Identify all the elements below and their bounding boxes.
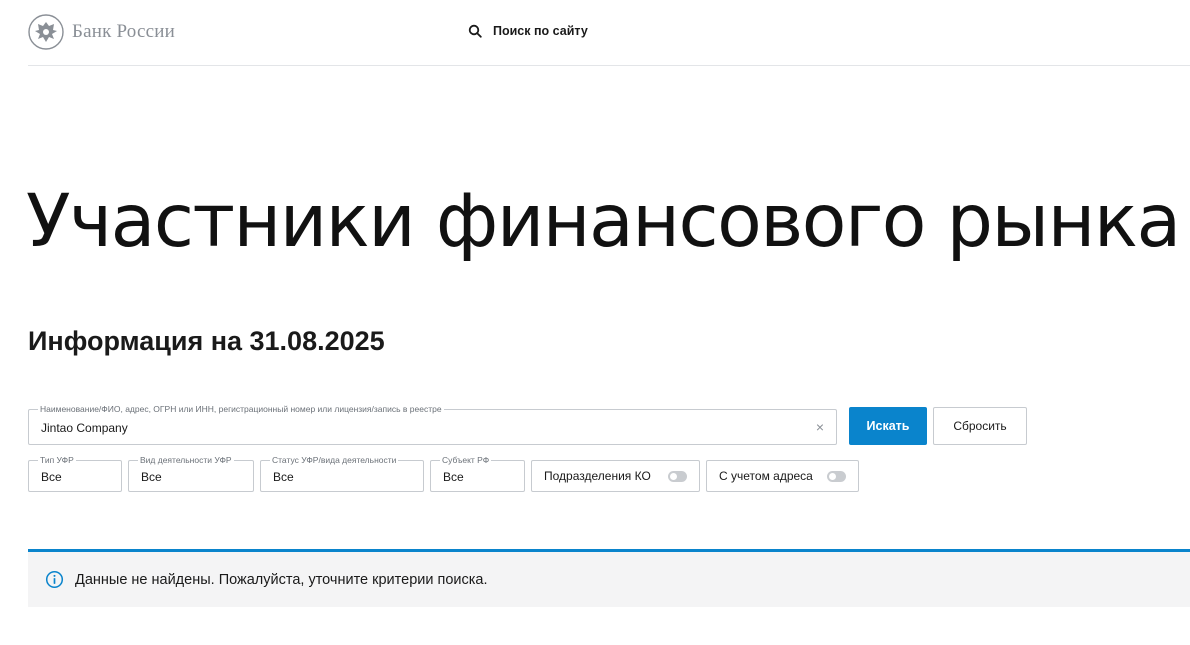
page-title: Участники финансового рынка [26, 179, 1181, 264]
filter-value: Все [41, 470, 62, 484]
close-icon[interactable]: × [816, 420, 824, 434]
filter-activity-type-select[interactable]: Вид деятельности УФР Все [128, 455, 254, 492]
filter-status-select[interactable]: Статус УФР/вида деятельности Все [260, 455, 424, 492]
toggle-label: Подразделения КО [544, 469, 651, 483]
search-input-value: Jintao Company [41, 421, 128, 435]
filter-value: Все [273, 470, 294, 484]
filter-legend: Тип УФР [38, 455, 76, 466]
filter-legend: Субъект РФ [440, 455, 492, 466]
site-search-button[interactable]: Поиск по сайту [468, 24, 588, 38]
search-icon [468, 24, 482, 38]
toggle-ko-divisions[interactable]: Подразделения КО [531, 460, 700, 492]
toggle-switch[interactable] [668, 471, 687, 482]
filter-value: Все [443, 470, 464, 484]
search-input-legend: Наименование/ФИО, адрес, ОГРН или ИНН, р… [38, 404, 444, 415]
filter-legend: Статус УФР/вида деятельности [270, 455, 399, 466]
info-icon [45, 570, 64, 589]
double-headed-eagle-icon [28, 14, 64, 50]
no-results-alert: Данные не найдены. Пожалуйста, уточните … [28, 549, 1190, 607]
reset-button[interactable]: Сбросить [933, 407, 1027, 445]
info-date-heading: Информация на 31.08.2025 [28, 326, 385, 356]
toggle-label: С учетом адреса [719, 469, 813, 483]
bank-logo[interactable]: Банк России [28, 14, 175, 50]
filter-region-select[interactable]: Субъект РФ Все [430, 455, 525, 492]
filter-value: Все [141, 470, 162, 484]
toggle-knob [670, 473, 677, 480]
alert-message: Данные не найдены. Пожалуйста, уточните … [75, 571, 488, 588]
site-header: Банк России Поиск по сайту [28, 0, 1190, 66]
toggle-with-address[interactable]: С учетом адреса [706, 460, 859, 492]
search-submit-button[interactable]: Искать [849, 407, 927, 445]
toggle-switch[interactable] [827, 471, 846, 482]
filter-ufr-type-select[interactable]: Тип УФР Все [28, 455, 122, 492]
search-input[interactable]: Наименование/ФИО, адрес, ОГРН или ИНН, р… [28, 404, 837, 445]
site-search-label: Поиск по сайту [493, 24, 588, 38]
filter-legend: Вид деятельности УФР [138, 455, 234, 466]
toggle-knob [829, 473, 836, 480]
logo-text: Банк России [72, 21, 175, 42]
